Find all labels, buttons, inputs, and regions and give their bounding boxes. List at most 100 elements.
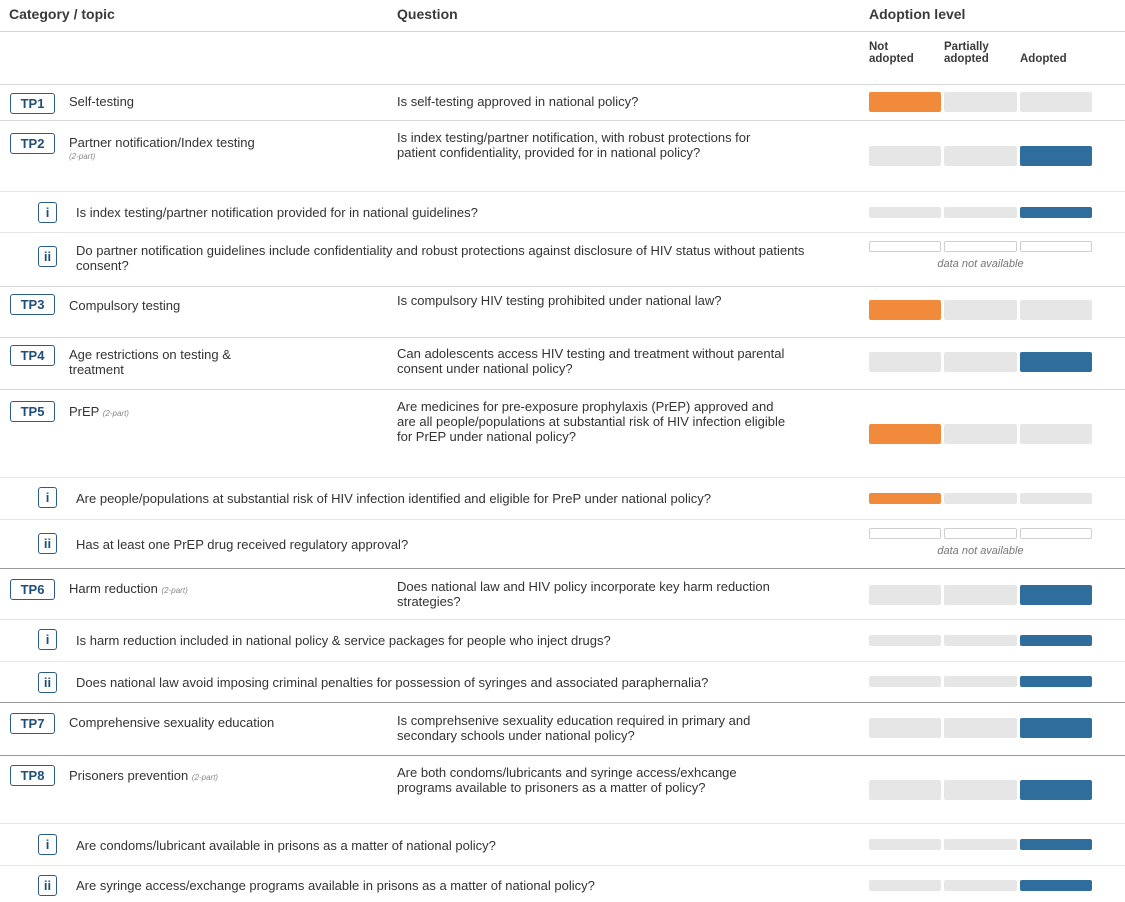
topic-text: Comprehensive sexuality education	[69, 715, 275, 730]
topic-tag: TP6	[10, 579, 55, 600]
level-bar-adopted	[1020, 676, 1092, 687]
level-bar-partially-adopted	[944, 880, 1017, 891]
level-bar-adopted	[1020, 528, 1092, 539]
table-row: ii Do partner notification guidelines inc…	[0, 232, 1125, 286]
level-bar-partially-adopted	[944, 241, 1017, 252]
level-bar-adopted	[1020, 780, 1092, 800]
level-bar-not-adopted	[869, 146, 941, 166]
level-not-adopted-label: Not adopted	[869, 41, 914, 65]
level-bar-adopted	[1020, 839, 1092, 850]
level-bar-partially-adopted	[944, 676, 1017, 687]
topic-tag: TP1	[10, 93, 55, 114]
level-bar-not-adopted	[869, 676, 941, 687]
sub-part-number: ii	[38, 875, 57, 896]
topic-text: Harm reduction	[69, 581, 158, 596]
question-text: Are both condoms/lubricants and syringe …	[397, 765, 737, 795]
level-bar-partially-adopted	[944, 92, 1017, 112]
level-bar-adopted	[1020, 424, 1092, 444]
sub-question-text: Do partner notification guidelines inclu…	[76, 243, 805, 273]
level-bar-adopted	[1020, 352, 1092, 372]
sub-question-text: Is harm reduction included in national p…	[76, 633, 611, 648]
level-bar-partially-adopted	[944, 528, 1017, 539]
topic-text: Self-testing	[69, 94, 135, 109]
level-bar-partially-adopted	[944, 300, 1017, 320]
level-bar-adopted	[1020, 207, 1092, 218]
level-bar-partially-adopted	[944, 839, 1017, 850]
topic-text: Prisoners prevention	[69, 768, 189, 783]
sub-part-number: i	[38, 487, 57, 508]
table-row: ii Does national law avoid imposing crimi…	[0, 661, 1125, 702]
sub-question-text: Are people/populations at substantial ri…	[76, 491, 711, 506]
topic-text: Partner notification/Index testing	[69, 135, 255, 150]
level-bar-adopted	[1020, 635, 1092, 646]
question-text: Is index testing/partner notification, w…	[397, 130, 751, 160]
level-bar-partially-adopted	[944, 207, 1017, 218]
table-row: ii Has at least one PrEP drug received re…	[0, 519, 1125, 568]
level-bar-adopted	[1020, 880, 1092, 891]
topic-text: PrEP	[69, 404, 100, 419]
table-row: i Are condoms/lubricant available in pris…	[0, 823, 1125, 865]
level-bar-not-adopted	[869, 718, 941, 738]
table-row: TP6 Harm reduction (2-part) Does national …	[0, 568, 1125, 619]
level-bar-not-adopted	[869, 780, 941, 800]
table-row: TP2 Partner notification/Index testing (2-…	[0, 120, 1125, 191]
topic-text: Compulsory testing	[69, 298, 181, 313]
two-part-note: (2-part)	[161, 586, 188, 595]
level-bar-adopted	[1020, 241, 1092, 252]
level-bar-adopted	[1020, 146, 1092, 166]
sub-question-text: Are condoms/lubricant available in priso…	[76, 838, 496, 853]
table-row: TP8 Prisoners prevention (2-part) Are both…	[0, 755, 1125, 823]
header-adoption-level: Adoption level	[869, 6, 966, 22]
level-bar-not-adopted	[869, 92, 941, 112]
topic-label: Harm reduction (2-part)	[69, 581, 359, 598]
table-row: i Are people/populations at substantial r…	[0, 477, 1125, 519]
sub-part-number: ii	[38, 246, 57, 267]
topic-tag: TP3	[10, 294, 55, 315]
topic-tag: TP8	[10, 765, 55, 786]
level-bar-adopted	[1020, 493, 1092, 504]
level-bar-not-adopted	[869, 493, 941, 504]
level-bar-partially-adopted	[944, 352, 1017, 372]
question-text: Is self-testing approved in national pol…	[397, 94, 639, 109]
level-bar-adopted	[1020, 300, 1092, 320]
question-text: Are medicines for pre-exposure prophylax…	[397, 399, 786, 444]
table-header: Category / topic Question Adoption level	[0, 0, 1125, 32]
table-row: TP7 Comprehensive sexuality education Is c…	[0, 702, 1125, 755]
header-category: Category / topic	[9, 6, 115, 22]
table-row: ii Are syringe access/exchange programs a…	[0, 865, 1125, 902]
level-bar-not-adopted	[869, 352, 941, 372]
sub-part-number: ii	[38, 533, 57, 554]
level-bar-not-adopted	[869, 528, 941, 539]
adoption-level-subheader: Not adopted Partially adopted Adopted	[0, 32, 1125, 84]
sub-question-text: Are syringe access/exchange programs ava…	[76, 878, 595, 893]
sub-part-number: i	[38, 629, 57, 650]
level-bar-partially-adopted	[944, 780, 1017, 800]
level-adopted-label: Adopted	[1020, 53, 1067, 65]
topic-label: PrEP (2-part)	[69, 404, 359, 421]
topic-label: Compulsory testing	[69, 298, 359, 313]
level-bar-not-adopted	[869, 207, 941, 218]
topic-tag: TP5	[10, 401, 55, 422]
level-bar-adopted	[1020, 585, 1092, 605]
topic-label: Partner notification/Index testing (2-par…	[69, 135, 359, 164]
sub-part-number: ii	[38, 672, 57, 693]
level-bar-partially-adopted	[944, 146, 1017, 166]
level-bar-partially-adopted	[944, 493, 1017, 504]
level-bar-not-adopted	[869, 880, 941, 891]
level-partially-adopted-label: Partially adopted	[944, 41, 989, 65]
level-bar-partially-adopted	[944, 635, 1017, 646]
topic-tag: TP7	[10, 713, 55, 734]
table-row: TP4 Age restrictions on testing & treatme…	[0, 337, 1125, 389]
two-part-note: (2-part)	[191, 773, 219, 782]
level-bar-not-adopted	[869, 424, 941, 444]
question-text: Does national law and HIV policy incorpo…	[397, 579, 770, 609]
data-not-available-note: data not available	[937, 258, 1024, 270]
table-row: TP5 PrEP (2-part) Are medicines for pre-ex…	[0, 389, 1125, 477]
topic-label: Prisoners prevention (2-part)	[69, 768, 359, 785]
two-part-note: (2-part)	[69, 152, 96, 161]
header-question: Question	[397, 6, 458, 22]
level-bar-adopted	[1020, 718, 1092, 738]
table-row: i Is index testing/partner notification p…	[0, 191, 1125, 232]
level-bar-adopted	[1020, 92, 1092, 112]
table-row: TP3 Compulsory testing Is compulsory HIV t…	[0, 286, 1125, 337]
